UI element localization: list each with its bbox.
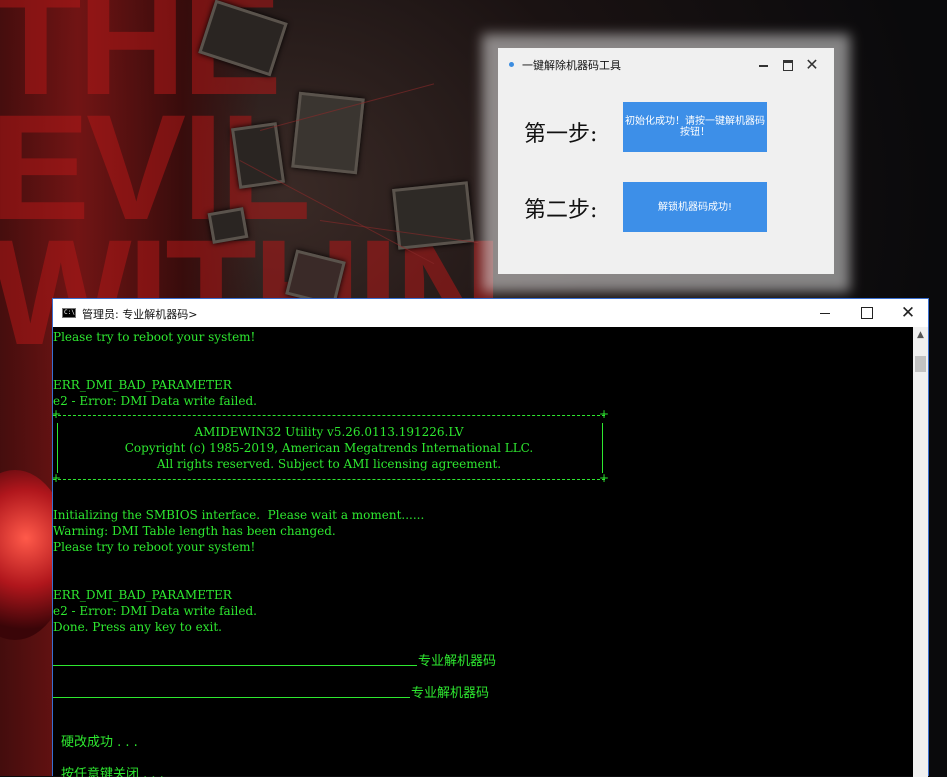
console-line: e2 - Error: DMI Data write failed. [53,394,257,408]
step1-label: 第一步: [524,122,598,147]
console-minimize-button[interactable] [803,299,845,327]
console-line: Please try to reboot your system! [53,330,256,344]
separator-label: 专业解机器码 [418,654,497,669]
separator-line [53,697,410,698]
status-success: 硬改成功 . . . [61,735,138,750]
console-line: Please try to reboot your system! [53,540,256,554]
dialog-titlebar[interactable]: 一键解除机器码工具 ✕ [498,48,834,82]
banner-bottom-rule [53,471,609,485]
separator-label: 专业解机器码 [411,686,490,701]
minimize-button[interactable] [754,55,774,75]
scrollbar-thumb[interactable] [915,356,926,372]
wallpaper-photo [207,207,249,244]
ami-banner: AMIDEWIN32 Utility v5.26.0113.191226.LV … [53,407,609,485]
dialog-title: 一键解除机器码工具 [522,59,621,72]
console-line: Warning: DMI Table length has been chang… [53,524,336,538]
step2-label: 第二步: [524,198,598,223]
close-button[interactable]: ✕ [802,55,822,75]
console-window: C:\ 管理员: 专业解机器码> ✕ Please try to reboot … [52,298,929,777]
step1-button[interactable]: 初始化成功！请按一键解机器码按钮！ [623,102,767,152]
app-icon [509,62,514,67]
console-close-button[interactable]: ✕ [887,299,929,327]
unlock-tool-dialog: 一键解除机器码工具 ✕ 第一步: 初始化成功！请按一键解机器码按钮！ 第二步: … [498,48,834,274]
console-titlebar[interactable]: C:\ 管理员: 专业解机器码> ✕ [53,299,928,327]
console-line: ERR_DMI_BAD_PARAMETER [53,378,232,392]
console-line: e2 - Error: DMI Data write failed. [53,604,257,618]
console-line: Done. Press any key to exit. [53,620,222,634]
console-line: Initializing the SMBIOS interface. Pleas… [53,508,425,522]
console-line: ERR_DMI_BAD_PARAMETER [53,588,232,602]
separator-line [53,665,417,666]
step2-button[interactable]: 解锁机器码成功! [623,182,767,232]
status-exit: 按任意键关闭 . . . [61,767,164,777]
maximize-button[interactable] [778,55,798,75]
console-icon: C:\ [62,308,76,318]
console-scrollbar[interactable]: ▲ [913,327,928,777]
console-maximize-button[interactable] [845,299,887,327]
banner-top-rule [53,407,609,421]
console-title: 管理员: 专业解机器码> [82,308,198,321]
banner-line: Copyright (c) 1985-2019, American Megatr… [124,441,534,455]
scroll-up-icon[interactable]: ▲ [913,327,928,344]
banner-line: AMIDEWIN32 Utility v5.26.0113.191226.LV [194,425,464,439]
banner-line: All rights reserved. Subject to AMI lice… [156,457,502,471]
console-output[interactable]: Please try to reboot your system! ERR_DM… [53,327,913,777]
